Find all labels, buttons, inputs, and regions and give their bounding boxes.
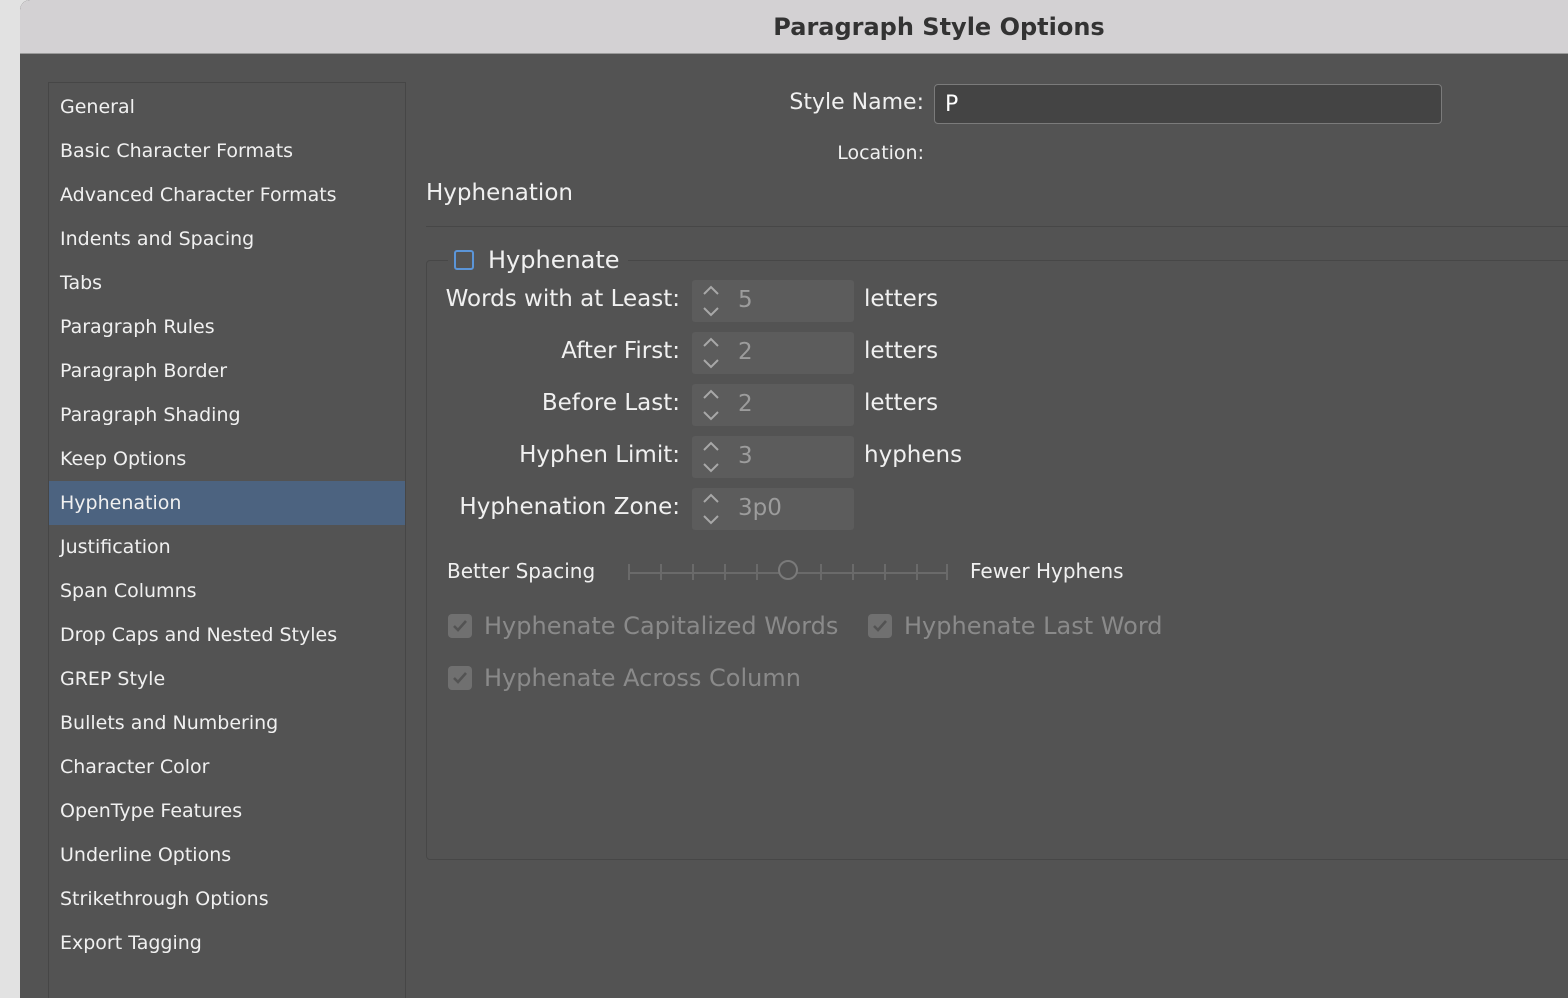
- stepper-arrows-icon[interactable]: [700, 282, 722, 320]
- slider-tick: [628, 564, 630, 580]
- hyphenate-capitalized-option[interactable]: Hyphenate Capitalized Words: [448, 612, 838, 640]
- stepper-arrows-icon[interactable]: [700, 438, 722, 476]
- hyphenate-toggle[interactable]: Hyphenate: [448, 240, 628, 280]
- after-first-value[interactable]: 2: [738, 339, 753, 365]
- stepper-arrows-icon[interactable]: [700, 490, 722, 528]
- hyphenate-last-word-checkbox[interactable]: [868, 614, 892, 638]
- after-first-label: After First:: [561, 338, 680, 364]
- slider-tick: [946, 564, 948, 580]
- stepper-arrows-icon[interactable]: [700, 334, 722, 372]
- slider-tick: [820, 564, 822, 580]
- slider-tick: [852, 564, 854, 580]
- words-with-at-least-unit: letters: [864, 286, 939, 312]
- words-with-at-least-label: Words with at Least:: [445, 286, 680, 312]
- hyphen-limit-value[interactable]: 3: [738, 443, 753, 469]
- sidebar-item-paragraph-shading[interactable]: Paragraph Shading: [49, 393, 405, 437]
- slider-tick: [692, 564, 694, 580]
- sidebar-item-indents-and-spacing[interactable]: Indents and Spacing: [49, 217, 405, 261]
- fewer-hyphens-label: Fewer Hyphens: [970, 559, 1124, 583]
- hyphen-limit-label: Hyphen Limit:: [519, 442, 680, 468]
- sidebar-item-underline-options[interactable]: Underline Options: [49, 833, 405, 877]
- before-last-stepper[interactable]: 2: [692, 384, 854, 426]
- sidebar-item-opentype-features[interactable]: OpenType Features: [49, 789, 405, 833]
- dialog-title: Paragraph Style Options: [773, 12, 1105, 41]
- sidebar-item-span-columns[interactable]: Span Columns: [49, 569, 405, 613]
- hyphenate-across-column-label: Hyphenate Across Column: [484, 664, 801, 692]
- sidebar-item-paragraph-rules[interactable]: Paragraph Rules: [49, 305, 405, 349]
- slider-tick: [916, 564, 918, 580]
- hyphenate-label: Hyphenate: [488, 246, 620, 274]
- main-panel: Style Name: P Location: Hyphenation Hyph…: [426, 54, 1568, 998]
- sidebar-item-drop-caps-and-nested-styles[interactable]: Drop Caps and Nested Styles: [49, 613, 405, 657]
- hyphenate-across-column-option[interactable]: Hyphenate Across Column: [448, 664, 801, 692]
- sidebar-item-strikethrough-options[interactable]: Strikethrough Options: [49, 877, 405, 921]
- slider-tick: [884, 564, 886, 580]
- sidebar-item-character-color[interactable]: Character Color: [49, 745, 405, 789]
- after-first-row: After First: 2 letters: [426, 332, 1126, 374]
- style-name-label: Style Name:: [789, 90, 924, 115]
- before-last-label: Before Last:: [541, 390, 680, 416]
- before-last-unit: letters: [864, 390, 939, 416]
- spacing-slider-thumb[interactable]: [778, 560, 798, 580]
- sidebar-item-advanced-character-formats[interactable]: Advanced Character Formats: [49, 173, 405, 217]
- hyphenation-zone-stepper[interactable]: 3p0: [692, 488, 854, 530]
- checkmark-icon: [453, 620, 467, 632]
- sidebar-item-basic-character-formats[interactable]: Basic Character Formats: [49, 129, 405, 173]
- hyphenation-zone-value[interactable]: 3p0: [738, 495, 782, 521]
- checkmark-icon: [873, 620, 887, 632]
- location-label: Location:: [837, 142, 924, 164]
- better-spacing-label: Better Spacing: [447, 559, 596, 583]
- stepper-arrows-icon[interactable]: [700, 386, 722, 424]
- sidebar-item-bullets-and-numbering[interactable]: Bullets and Numbering: [49, 701, 405, 745]
- hyphen-limit-row: Hyphen Limit: 3 hyphens: [426, 436, 1126, 478]
- hyphenate-across-column-checkbox[interactable]: [448, 666, 472, 690]
- hyphenation-zone-label: Hyphenation Zone:: [459, 494, 680, 520]
- hyphenation-zone-row: Hyphenation Zone: 3p0: [426, 488, 1126, 530]
- sidebar-item-tabs[interactable]: Tabs: [49, 261, 405, 305]
- words-with-at-least-row: Words with at Least: 5 letters: [426, 280, 1126, 322]
- sidebar-item-justification[interactable]: Justification: [49, 525, 405, 569]
- hyphenate-capitalized-label: Hyphenate Capitalized Words: [484, 612, 839, 640]
- checkmark-icon: [453, 672, 467, 684]
- slider-tick: [660, 564, 662, 580]
- hyphenate-checkbox[interactable]: [454, 250, 474, 270]
- section-title: Hyphenation: [426, 180, 573, 206]
- sidebar-item-hyphenation[interactable]: Hyphenation: [49, 481, 405, 525]
- before-last-row: Before Last: 2 letters: [426, 384, 1126, 426]
- hyphenate-last-word-option[interactable]: Hyphenate Last Word: [868, 612, 1163, 640]
- sidebar-item-keep-options[interactable]: Keep Options: [49, 437, 405, 481]
- title-bar: Paragraph Style Options: [20, 0, 1568, 54]
- slider-tick: [756, 564, 758, 580]
- hyphen-limit-stepper[interactable]: 3: [692, 436, 854, 478]
- style-name-input[interactable]: P: [934, 84, 1442, 124]
- sidebar-item-grep-style[interactable]: GREP Style: [49, 657, 405, 701]
- hyphenate-last-word-label: Hyphenate Last Word: [904, 612, 1163, 640]
- before-last-value[interactable]: 2: [738, 391, 753, 417]
- section-divider: [426, 226, 1568, 227]
- hyphenate-capitalized-checkbox[interactable]: [448, 614, 472, 638]
- sidebar-item-general[interactable]: General: [49, 85, 405, 129]
- category-list: General Basic Character Formats Advanced C…: [48, 82, 406, 998]
- words-with-at-least-value[interactable]: 5: [738, 287, 753, 313]
- after-first-unit: letters: [864, 338, 939, 364]
- after-first-stepper[interactable]: 2: [692, 332, 854, 374]
- slider-tick: [724, 564, 726, 580]
- words-with-at-least-stepper[interactable]: 5: [692, 280, 854, 322]
- sidebar-item-paragraph-border[interactable]: Paragraph Border: [49, 349, 405, 393]
- dialog-window: Paragraph Style Options General Basic Cha…: [20, 0, 1568, 998]
- hyphen-limit-unit: hyphens: [864, 442, 963, 468]
- sidebar-item-export-tagging[interactable]: Export Tagging: [49, 921, 405, 965]
